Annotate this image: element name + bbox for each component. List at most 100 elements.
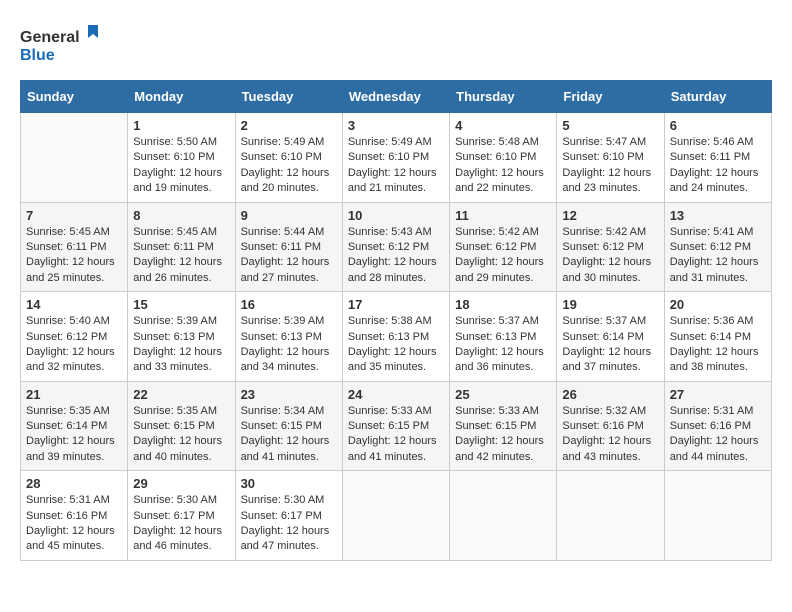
day-info: Sunrise: 5:33 AMSunset: 6:15 PMDaylight:… <box>455 404 551 466</box>
day-info: Sunrise: 5:44 AMSunset: 6:11 PMDaylight:… <box>241 225 337 287</box>
calendar-week-row: 28 Sunrise: 5:31 AMSunset: 6:16 PMDayligh… <box>21 471 772 561</box>
calendar-body: 1Sunrise: 5:50 AMSunset: 6:10 PMDaylight… <box>21 113 772 561</box>
day-info: Sunrise: 5:47 AMSunset: 6:10 PMDaylight:… <box>562 135 658 197</box>
calendar-day-cell: 2 Sunrise: 5:49 AMSunset: 6:10 PMDaylight… <box>235 113 342 203</box>
day-number: 14 <box>26 297 122 312</box>
day-number: 10 <box>348 208 444 223</box>
day-info: Sunrise: 5:39 AMSunset: 6:13 PMDaylight:… <box>133 314 229 376</box>
day-number: 24 <box>348 387 444 402</box>
day-number: 22 <box>133 387 229 402</box>
calendar-day-cell: 6 Sunrise: 5:46 AMSunset: 6:11 PMDaylight… <box>664 113 771 203</box>
day-number: 4 <box>455 118 551 133</box>
day-number: 3 <box>348 118 444 133</box>
day-number: 30 <box>241 476 337 491</box>
day-info: Sunrise: 5:46 AMSunset: 6:11 PMDaylight:… <box>670 135 766 197</box>
calendar-day-cell: 30 Sunrise: 5:30 AMSunset: 6:17 PMDayligh… <box>235 471 342 561</box>
day-number: 20 <box>670 297 766 312</box>
calendar-day-cell: 20 Sunrise: 5:36 AMSunset: 6:14 PMDayligh… <box>664 292 771 382</box>
weekday-header: Sunday <box>21 81 128 113</box>
day-number: 29 <box>133 476 229 491</box>
day-info: Sunrise: 5:37 AMSunset: 6:13 PMDaylight:… <box>455 314 551 376</box>
weekday-header: Saturday <box>664 81 771 113</box>
day-info: Sunrise: 5:49 AMSunset: 6:10 PMDaylight:… <box>348 135 444 197</box>
day-number: 23 <box>241 387 337 402</box>
calendar-day-cell: 10 Sunrise: 5:43 AMSunset: 6:12 PMDayligh… <box>342 202 449 292</box>
calendar-day-cell: 5 Sunrise: 5:47 AMSunset: 6:10 PMDaylight… <box>557 113 664 203</box>
calendar-day-cell: 29 Sunrise: 5:30 AMSunset: 6:17 PMDayligh… <box>128 471 235 561</box>
day-info: Sunrise: 5:37 AMSunset: 6:14 PMDaylight:… <box>562 314 658 376</box>
day-info: Sunrise: 5:45 AMSunset: 6:11 PMDaylight:… <box>133 225 229 287</box>
day-info: Sunrise: 5:30 AMSunset: 6:17 PMDaylight:… <box>241 493 337 555</box>
day-number: 15 <box>133 297 229 312</box>
calendar-day-cell: 21 Sunrise: 5:35 AMSunset: 6:14 PMDayligh… <box>21 381 128 471</box>
calendar-day-cell <box>342 471 449 561</box>
weekday-header: Friday <box>557 81 664 113</box>
calendar-header-row: SundayMondayTuesdayWednesdayThursdayFrid… <box>21 81 772 113</box>
calendar-day-cell: 15 Sunrise: 5:39 AMSunset: 6:13 PMDayligh… <box>128 292 235 382</box>
day-info: Sunrise: 5:43 AMSunset: 6:12 PMDaylight:… <box>348 225 444 287</box>
calendar-day-cell: 17 Sunrise: 5:38 AMSunset: 6:13 PMDayligh… <box>342 292 449 382</box>
calendar-day-cell: 22Sunrise: 5:35 AMSunset: 6:15 PMDayligh… <box>128 381 235 471</box>
day-info: Sunrise: 5:31 AMSunset: 6:16 PMDaylight:… <box>26 493 122 555</box>
calendar-day-cell: 13 Sunrise: 5:41 AMSunset: 6:12 PMDayligh… <box>664 202 771 292</box>
day-info: Sunrise: 5:35 AMSunset: 6:14 PMDaylight:… <box>26 404 122 466</box>
calendar-day-cell: 19 Sunrise: 5:37 AMSunset: 6:14 PMDayligh… <box>557 292 664 382</box>
calendar-week-row: 7 Sunrise: 5:45 AMSunset: 6:11 PMDaylight… <box>21 202 772 292</box>
calendar-day-cell <box>450 471 557 561</box>
day-info: Sunrise: 5:33 AMSunset: 6:15 PMDaylight:… <box>348 404 444 466</box>
day-info: Sunrise: 5:30 AMSunset: 6:17 PMDaylight:… <box>133 493 229 555</box>
calendar-week-row: 14 Sunrise: 5:40 AMSunset: 6:12 PMDayligh… <box>21 292 772 382</box>
day-number: 12 <box>562 208 658 223</box>
day-number: 19 <box>562 297 658 312</box>
day-number: 2 <box>241 118 337 133</box>
day-number: 27 <box>670 387 766 402</box>
calendar-day-cell: 3 Sunrise: 5:49 AMSunset: 6:10 PMDaylight… <box>342 113 449 203</box>
day-number: 7 <box>26 208 122 223</box>
day-info: Sunrise: 5:41 AMSunset: 6:12 PMDaylight:… <box>670 225 766 287</box>
calendar-day-cell: 18Sunrise: 5:37 AMSunset: 6:13 PMDayligh… <box>450 292 557 382</box>
calendar-day-cell: 23Sunrise: 5:34 AMSunset: 6:15 PMDayligh… <box>235 381 342 471</box>
weekday-header: Monday <box>128 81 235 113</box>
day-info: Sunrise: 5:36 AMSunset: 6:14 PMDaylight:… <box>670 314 766 376</box>
day-number: 6 <box>670 118 766 133</box>
calendar-day-cell: 9 Sunrise: 5:44 AMSunset: 6:11 PMDaylight… <box>235 202 342 292</box>
day-info: Sunrise: 5:42 AMSunset: 6:12 PMDaylight:… <box>562 225 658 287</box>
calendar-week-row: 1Sunrise: 5:50 AMSunset: 6:10 PMDaylight… <box>21 113 772 203</box>
day-number: 9 <box>241 208 337 223</box>
day-info: Sunrise: 5:40 AMSunset: 6:12 PMDaylight:… <box>26 314 122 376</box>
day-number: 25 <box>455 387 551 402</box>
calendar-day-cell: 24 Sunrise: 5:33 AMSunset: 6:15 PMDayligh… <box>342 381 449 471</box>
day-number: 13 <box>670 208 766 223</box>
weekday-header: Thursday <box>450 81 557 113</box>
calendar-day-cell <box>664 471 771 561</box>
day-number: 11 <box>455 208 551 223</box>
logo: General Blue <box>20 20 120 70</box>
svg-text:General: General <box>20 29 80 46</box>
day-info: Sunrise: 5:50 AMSunset: 6:10 PMDaylight:… <box>133 135 229 197</box>
calendar-table: SundayMondayTuesdayWednesdayThursdayFrid… <box>20 80 772 561</box>
calendar-week-row: 21 Sunrise: 5:35 AMSunset: 6:14 PMDayligh… <box>21 381 772 471</box>
day-info: Sunrise: 5:45 AMSunset: 6:11 PMDaylight:… <box>26 225 122 287</box>
day-number: 5 <box>562 118 658 133</box>
day-number: 21 <box>26 387 122 402</box>
day-number: 17 <box>348 297 444 312</box>
calendar-day-cell: 1Sunrise: 5:50 AMSunset: 6:10 PMDaylight… <box>128 113 235 203</box>
day-number: 8 <box>133 208 229 223</box>
header: General Blue <box>20 20 772 70</box>
svg-text:Blue: Blue <box>20 47 55 64</box>
day-info: Sunrise: 5:42 AMSunset: 6:12 PMDaylight:… <box>455 225 551 287</box>
calendar-day-cell: 25 Sunrise: 5:33 AMSunset: 6:15 PMDayligh… <box>450 381 557 471</box>
day-info: Sunrise: 5:48 AMSunset: 6:10 PMDaylight:… <box>455 135 551 197</box>
day-number: 16 <box>241 297 337 312</box>
day-info: Sunrise: 5:49 AMSunset: 6:10 PMDaylight:… <box>241 135 337 197</box>
calendar-day-cell: 11 Sunrise: 5:42 AMSunset: 6:12 PMDayligh… <box>450 202 557 292</box>
calendar-day-cell <box>557 471 664 561</box>
calendar-day-cell: 26 Sunrise: 5:32 AMSunset: 6:16 PMDayligh… <box>557 381 664 471</box>
day-number: 28 <box>26 476 122 491</box>
day-number: 26 <box>562 387 658 402</box>
calendar-day-cell: 4 Sunrise: 5:48 AMSunset: 6:10 PMDaylight… <box>450 113 557 203</box>
day-info: Sunrise: 5:32 AMSunset: 6:16 PMDaylight:… <box>562 404 658 466</box>
calendar-day-cell: 7 Sunrise: 5:45 AMSunset: 6:11 PMDaylight… <box>21 202 128 292</box>
day-info: Sunrise: 5:38 AMSunset: 6:13 PMDaylight:… <box>348 314 444 376</box>
calendar-day-cell: 8 Sunrise: 5:45 AMSunset: 6:11 PMDaylight… <box>128 202 235 292</box>
